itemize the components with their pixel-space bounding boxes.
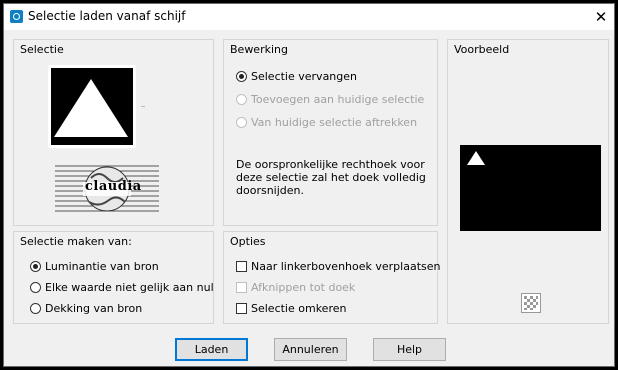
radio-subtract-from-selection[interactable]: Van huidige selectie aftrekken <box>236 116 417 129</box>
radio-label: Selectie vervangen <box>251 70 357 83</box>
load-button[interactable]: Laden <box>175 338 248 361</box>
selectie-maken-group-label: Selectie maken van: <box>20 235 132 248</box>
checkbox-move-to-top-left[interactable]: Naar linkerbovenhoek verplaatsen <box>236 260 440 273</box>
radio-button-icon <box>236 94 247 105</box>
radio-label: Van huidige selectie aftrekken <box>251 116 418 129</box>
selectie-group: Selectie claudia <box>13 39 214 226</box>
checkbox-icon <box>236 303 247 314</box>
radio-button-icon <box>30 303 41 314</box>
radio-button-icon <box>236 71 247 82</box>
radio-add-to-selection[interactable]: Toevoegen aan huidige selectie <box>236 93 424 106</box>
description-text: De oorspronkelijke rechthoek voor deze s… <box>236 158 426 197</box>
checkbox-icon <box>236 261 247 272</box>
voorbeeld-group-label: Voorbeeld <box>454 43 510 56</box>
dialog-window: Selectie laden vanaf schijf ✕ Selectie c… <box>3 3 615 367</box>
bewerking-group: Bewerking Selectie vervangen Toevoegen a… <box>223 39 438 226</box>
voorbeeld-group: Voorbeeld <box>447 39 609 324</box>
triangle-thumbnail-icon <box>51 68 133 145</box>
selectie-group-label: Selectie <box>20 43 64 56</box>
help-button[interactable]: Help <box>373 338 446 361</box>
title-bar: Selectie laden vanaf schijf ✕ <box>4 4 614 30</box>
bewerking-group-label: Bewerking <box>230 43 288 56</box>
selectie-maken-group: Selectie maken van: Luminantie van bron … <box>13 231 214 324</box>
radio-label: Luminantie van bron <box>45 260 159 273</box>
preview-canvas <box>460 145 601 231</box>
watermark-text: claudia <box>85 179 142 194</box>
cancel-button[interactable]: Annuleren <box>274 338 347 361</box>
close-button[interactable]: ✕ <box>588 4 614 30</box>
preview-triangle-icon <box>467 151 485 165</box>
watermark-logo: claudia <box>55 164 159 216</box>
checkbox-label: Afknippen tot doek <box>251 281 356 294</box>
radio-label: Dekking van bron <box>45 302 143 315</box>
radio-button-icon <box>30 261 41 272</box>
checkbox-invert-selection[interactable]: Selectie omkeren <box>236 302 346 315</box>
checkbox-clip-to-canvas[interactable]: Afknippen tot doek <box>236 281 355 294</box>
window-title: Selectie laden vanaf schijf <box>28 9 186 23</box>
checkbox-icon <box>236 282 247 293</box>
selection-thumbnail[interactable] <box>48 65 136 148</box>
radio-replace-selection[interactable]: Selectie vervangen <box>236 70 357 83</box>
radio-button-icon <box>236 117 247 128</box>
radio-luminance-source[interactable]: Luminantie van bron <box>30 260 159 273</box>
opties-group: Opties Naar linkerbovenhoek verplaatsen … <box>223 231 440 324</box>
radio-nonzero-value[interactable]: Elke waarde niet gelijk aan nul <box>30 281 214 294</box>
radio-source-opacity[interactable]: Dekking van bron <box>30 302 142 315</box>
thumbnail-marker-icon <box>141 106 145 107</box>
radio-label: Toevoegen aan huidige selectie <box>251 93 425 106</box>
transparency-toggle-icon[interactable] <box>521 293 541 313</box>
radio-label: Elke waarde niet gelijk aan nul <box>45 281 214 294</box>
checkbox-label: Selectie omkeren <box>251 302 347 315</box>
opties-group-label: Opties <box>230 235 266 248</box>
radio-button-icon <box>30 282 41 293</box>
checkbox-label: Naar linkerbovenhoek verplaatsen <box>251 260 441 273</box>
app-icon <box>10 10 23 23</box>
